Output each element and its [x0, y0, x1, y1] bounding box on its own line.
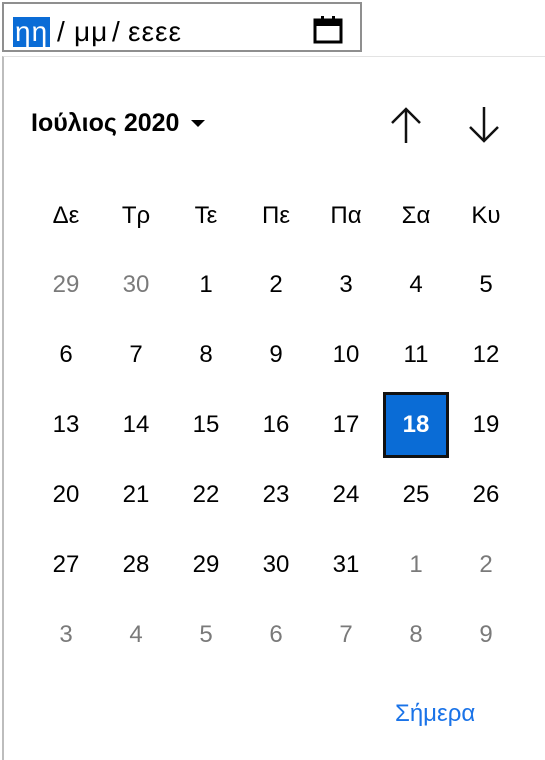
day-cell[interactable]: 27: [31, 530, 101, 600]
day-cell[interactable]: 22: [171, 460, 241, 530]
day-cell[interactable]: 15: [171, 390, 241, 460]
day-cell[interactable]: 8: [171, 320, 241, 390]
day-cell[interactable]: 1: [381, 530, 451, 600]
day-cell[interactable]: 8: [381, 600, 451, 670]
day-cell[interactable]: 21: [101, 460, 171, 530]
weekday-label: Τε: [194, 202, 218, 229]
day-cell[interactable]: 3: [31, 600, 101, 670]
day-cell[interactable]: 20: [31, 460, 101, 530]
day-cell[interactable]: 7: [311, 600, 381, 670]
day-cell[interactable]: 24: [311, 460, 381, 530]
day-cell[interactable]: 25: [381, 460, 451, 530]
year-segment[interactable]: εεεε: [128, 17, 182, 47]
month-segment[interactable]: μμ: [74, 17, 108, 47]
chevron-down-icon: [191, 119, 206, 127]
day-cell[interactable]: 2: [241, 250, 311, 320]
day-cell[interactable]: 29: [171, 530, 241, 600]
day-segment[interactable]: ηη: [13, 17, 51, 47]
day-cell[interactable]: 31: [311, 530, 381, 600]
day-cell[interactable]: 9: [241, 320, 311, 390]
next-month-button[interactable]: [464, 104, 504, 146]
day-cell[interactable]: 28: [101, 530, 171, 600]
arrow-down-icon: [469, 107, 499, 143]
day-cell[interactable]: 30: [101, 250, 171, 320]
day-cell[interactable]: 29: [31, 250, 101, 320]
day-cell[interactable]: 4: [381, 250, 451, 320]
day-cell[interactable]: 6: [31, 320, 101, 390]
day-cell[interactable]: 30: [241, 530, 311, 600]
weekday-label: Πα: [330, 202, 362, 229]
weekday-label: Πε: [261, 202, 291, 229]
day-cell[interactable]: 4: [101, 600, 171, 670]
day-cell[interactable]: 5: [171, 600, 241, 670]
day-cell[interactable]: 2: [451, 530, 521, 600]
weekday-label: Σα: [401, 202, 431, 229]
date-picker-screen: ηη / μμ / εεεε Ιούλιος 2020 Δε Τρ Τε Πε …: [0, 0, 545, 760]
day-cell[interactable]: 10: [311, 320, 381, 390]
day-cell[interactable]: 11: [381, 320, 451, 390]
day-cell[interactable]: 17: [311, 390, 381, 460]
previous-month-button[interactable]: [386, 104, 426, 146]
selected-day-cell[interactable]: 18: [383, 392, 449, 458]
day-cell[interactable]: 1: [171, 250, 241, 320]
day-cell[interactable]: 9: [451, 600, 521, 670]
day-cell[interactable]: 6: [241, 600, 311, 670]
month-year-label: Ιούλιος 2020: [31, 109, 180, 137]
day-cell[interactable]: 3: [311, 250, 381, 320]
calendar-icon: [313, 16, 343, 44]
day-cell[interactable]: 12: [451, 320, 521, 390]
calendar-button[interactable]: [311, 14, 345, 46]
month-year-selector[interactable]: Ιούλιος 2020: [31, 108, 206, 138]
date-separator: /: [57, 16, 65, 47]
day-cell[interactable]: 23: [241, 460, 311, 530]
day-cell[interactable]: 16: [241, 390, 311, 460]
today-button[interactable]: Σήμερα: [395, 700, 475, 728]
arrow-up-icon: [391, 107, 421, 143]
day-cell[interactable]: 7: [101, 320, 171, 390]
weekday-label: Κυ: [471, 202, 501, 229]
date-input-field[interactable]: ηη / μμ / εεεε: [2, 2, 362, 52]
day-cell[interactable]: 19: [451, 390, 521, 460]
weekday-label: Δε: [52, 202, 80, 229]
day-cell[interactable]: 5: [451, 250, 521, 320]
day-cell[interactable]: 14: [101, 390, 171, 460]
day-cell[interactable]: 13: [31, 390, 101, 460]
weekday-label: Τρ: [121, 202, 151, 229]
day-cell[interactable]: 26: [451, 460, 521, 530]
date-separator: /: [112, 16, 120, 47]
